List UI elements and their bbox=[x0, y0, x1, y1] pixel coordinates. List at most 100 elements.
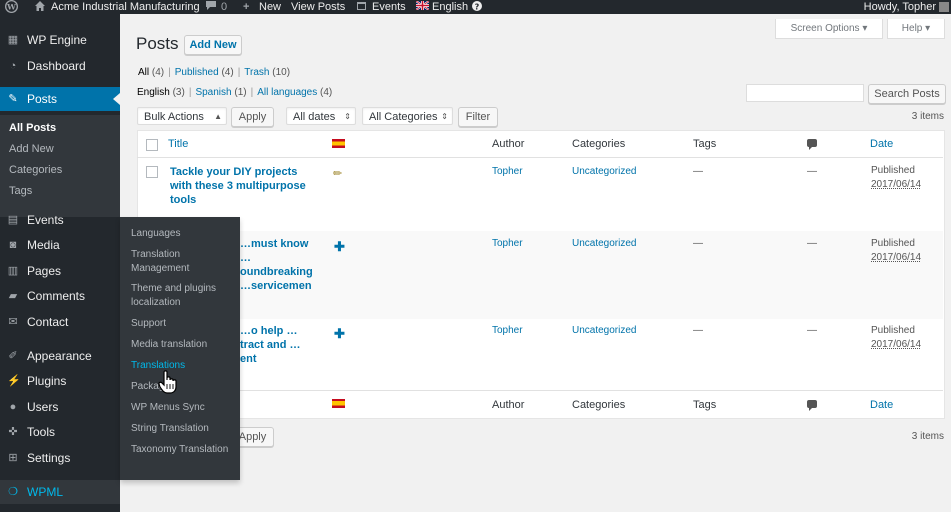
flyout-theme-plugins-localization[interactable]: Theme and plugins localization bbox=[131, 282, 231, 310]
page-title: Posts bbox=[136, 34, 179, 53]
lang-english[interactable]: English bbox=[137, 87, 170, 98]
category-link[interactable]: Uncategorized bbox=[572, 325, 636, 336]
col-date-footer[interactable]: Date bbox=[870, 399, 893, 411]
date-cell: Published 2017/06/14 bbox=[871, 238, 922, 263]
comments-column-icon[interactable] bbox=[807, 139, 817, 150]
new-link[interactable]: New bbox=[259, 0, 281, 14]
menu-media[interactable]: ◙ Media bbox=[0, 233, 120, 257]
add-translation-icon[interactable]: ✚ bbox=[334, 327, 345, 340]
users-icon: ● bbox=[9, 401, 17, 413]
wpml-icon: ❍ bbox=[8, 486, 18, 498]
menu-users[interactable]: ● Users bbox=[0, 395, 120, 419]
help-tab[interactable]: Help ▾ bbox=[887, 19, 945, 39]
menu-comments[interactable]: ▰ Comments bbox=[0, 284, 120, 308]
events-link[interactable]: Events bbox=[372, 0, 406, 14]
admin-bar: W Acme Industrial Manufacturing 0 + New … bbox=[0, 0, 951, 14]
select-all-checkbox[interactable] bbox=[146, 139, 158, 151]
comments-cell: — bbox=[807, 238, 817, 249]
col-title[interactable]: Title bbox=[168, 138, 188, 150]
flyout-media-translation[interactable]: Media translation bbox=[131, 338, 231, 352]
menu-appearance[interactable]: ✐ Appearance bbox=[0, 344, 120, 368]
menu-dashboard[interactable]: ◔ Dashboard bbox=[0, 54, 120, 78]
menu-wpml[interactable]: ❍ WPML bbox=[0, 480, 120, 504]
screen-options-tab[interactable]: Screen Options ▾ bbox=[775, 19, 883, 39]
uk-flag-icon[interactable] bbox=[415, 0, 430, 14]
col-categories: Categories bbox=[572, 138, 626, 150]
post-title-link[interactable]: …o help …tract and …ent bbox=[240, 324, 310, 366]
spain-flag-icon[interactable] bbox=[332, 139, 345, 148]
date-cell: Published 2017/06/14 bbox=[871, 165, 922, 190]
wrench-icon: ✜ bbox=[8, 426, 18, 438]
flyout-translation-management[interactable]: Translation Management bbox=[131, 248, 231, 276]
comments-count[interactable]: 0 bbox=[221, 0, 227, 14]
flyout-string-translation[interactable]: String Translation bbox=[131, 422, 231, 436]
author-link[interactable]: Topher bbox=[492, 238, 523, 249]
comment-icon[interactable] bbox=[205, 0, 217, 14]
menu-posts[interactable]: ✎ Posts bbox=[0, 87, 120, 111]
submenu-all-posts[interactable]: All Posts bbox=[9, 122, 56, 134]
col-author-footer: Author bbox=[492, 399, 525, 411]
search-posts-button[interactable]: Search Posts bbox=[868, 84, 946, 104]
pin-icon: ✎ bbox=[8, 93, 18, 105]
col-author: Author bbox=[492, 138, 525, 150]
edit-translation-icon[interactable]: ✏ bbox=[333, 168, 342, 180]
add-new-button[interactable]: Add New bbox=[184, 35, 242, 55]
post-title-link[interactable]: Tackle your DIY projects with these 3 mu… bbox=[170, 165, 310, 207]
flyout-packages[interactable]: Packages bbox=[131, 380, 231, 394]
calendar-icon[interactable] bbox=[356, 0, 367, 14]
site-name-link[interactable]: Acme Industrial Manufacturing bbox=[51, 0, 200, 14]
submenu-tags[interactable]: Tags bbox=[9, 185, 32, 197]
category-link[interactable]: Uncategorized bbox=[572, 238, 636, 249]
menu-settings[interactable]: ⊞ Settings bbox=[0, 446, 120, 470]
bulk-actions-select[interactable]: Bulk Actions ▲ bbox=[137, 107, 227, 125]
menu-plugins[interactable]: ⚡ Plugins bbox=[0, 369, 120, 393]
comments-column-icon[interactable] bbox=[807, 400, 817, 411]
menu-tools[interactable]: ✜ Tools bbox=[0, 420, 120, 444]
spain-flag-icon[interactable] bbox=[332, 399, 345, 408]
post-title-link[interactable]: …must know …oundbreaking …servicemen bbox=[240, 237, 320, 293]
category-link[interactable]: Uncategorized bbox=[572, 166, 636, 177]
col-date[interactable]: Date bbox=[870, 138, 893, 150]
submenu-categories[interactable]: Categories bbox=[9, 164, 62, 176]
apply-button-top[interactable]: Apply bbox=[231, 107, 274, 127]
flyout-taxonomy-translation[interactable]: Taxonomy Translation bbox=[131, 443, 231, 457]
author-link[interactable]: Topher bbox=[492, 325, 523, 336]
filter-all[interactable]: All bbox=[138, 67, 149, 78]
menu-pages[interactable]: ▥ Pages bbox=[0, 259, 120, 283]
flyout-support[interactable]: Support bbox=[131, 317, 231, 331]
filter-button[interactable]: Filter bbox=[458, 107, 498, 127]
author-link[interactable]: Topher bbox=[492, 166, 523, 177]
help-circle-icon[interactable]: ? bbox=[472, 0, 482, 14]
category-filter-select[interactable]: All Categories ⇕ bbox=[362, 107, 453, 125]
filter-published[interactable]: Published bbox=[175, 67, 219, 78]
howdy-user[interactable]: Howdy, Topher bbox=[864, 0, 936, 14]
comments-cell: — bbox=[807, 325, 817, 336]
language-filters: English (3) | Spanish (1) | All languages (4… bbox=[137, 87, 333, 98]
hand-cursor-icon bbox=[158, 370, 177, 394]
lang-all[interactable]: All languages bbox=[257, 87, 317, 98]
lang-spanish[interactable]: Spanish bbox=[195, 87, 231, 98]
date-filter-select[interactable]: All dates ⇕ bbox=[286, 107, 356, 125]
add-translation-icon[interactable]: ✚ bbox=[334, 240, 345, 253]
menu-wp-engine[interactable]: ▦ WP Engine bbox=[0, 28, 120, 52]
row-checkbox[interactable] bbox=[146, 166, 158, 178]
comments-cell: — bbox=[807, 166, 817, 177]
submenu-add-new[interactable]: Add New bbox=[9, 143, 54, 155]
col-tags: Tags bbox=[693, 138, 717, 150]
menu-contact[interactable]: ✉ Contact bbox=[0, 310, 120, 334]
flyout-translations[interactable]: Translations bbox=[131, 359, 231, 373]
date-cell: Published 2017/06/14 bbox=[871, 325, 922, 350]
col-categories-footer: Categories bbox=[572, 399, 626, 411]
menu-events[interactable]: ▤ Events bbox=[0, 208, 120, 232]
flyout-wp-menus-sync[interactable]: WP Menus Sync bbox=[131, 401, 231, 415]
view-posts-link[interactable]: View Posts bbox=[291, 0, 345, 14]
plus-icon[interactable]: + bbox=[243, 0, 249, 14]
avatar[interactable] bbox=[939, 2, 949, 12]
dashboard-icon: ◔ bbox=[9, 60, 17, 72]
flyout-languages[interactable]: Languages bbox=[131, 227, 231, 241]
filter-trash[interactable]: Trash bbox=[244, 67, 269, 78]
search-input[interactable] bbox=[746, 84, 864, 102]
col-tags-footer: Tags bbox=[693, 399, 717, 411]
tags-cell: — bbox=[693, 166, 703, 177]
language-switcher[interactable]: English bbox=[432, 0, 468, 14]
